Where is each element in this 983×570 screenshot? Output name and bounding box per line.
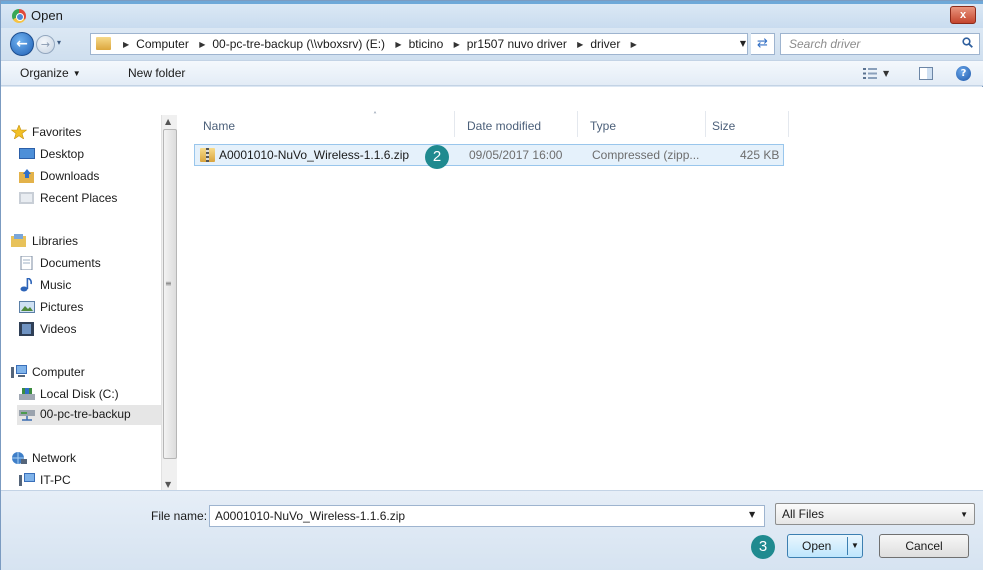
open-button[interactable]: Open ▼: [787, 534, 863, 558]
step-badge-3: 3: [751, 535, 775, 559]
file-size: 425 KB: [740, 148, 780, 162]
network-drive-icon: [19, 410, 35, 421]
address-history-dropdown-icon[interactable]: ▼: [736, 33, 750, 55]
navigation-pane: Favorites Desktop Downloads Recent Place…: [11, 109, 161, 489]
column-header-type[interactable]: Type: [578, 87, 704, 137]
breadcrumb-separator-icon[interactable]: ▶: [631, 40, 637, 49]
file-type-filter-value: All Files: [782, 507, 825, 521]
search-icon[interactable]: [962, 37, 973, 48]
back-button[interactable]: ←: [10, 32, 34, 56]
sidebar-item-desktop[interactable]: Desktop: [19, 145, 159, 165]
navigation-scrollbar[interactable]: ▲ ≡ ▼: [161, 115, 177, 491]
file-name-field[interactable]: [209, 505, 765, 527]
file-name-label: File name:: [151, 509, 208, 523]
address-row: ← → ▾ ▶ Computer ▶ 00-pc-tre-backup (\\vbo…: [1, 28, 983, 60]
change-view-icon[interactable]: [863, 68, 877, 79]
open-button-label: Open: [802, 539, 832, 553]
file-date-modified: 09/05/2017 16:00: [469, 148, 563, 162]
scrollbar-grip-icon: ≡: [165, 279, 172, 288]
recent-pages-chevron-icon[interactable]: ▾: [57, 38, 61, 47]
new-folder-button[interactable]: New folder: [128, 66, 185, 80]
dialog-footer: File name: ▼ All Files ▼ 3 Open ▼ Cancel: [1, 490, 983, 570]
breadcrumb-item-bticino[interactable]: bticino: [409, 37, 444, 51]
sidebar-item-documents[interactable]: Documents: [19, 254, 159, 274]
open-file-dialog: Open x ← → ▾ ▶ Computer ▶ 00-pc-tre-backup…: [0, 0, 983, 570]
scrollbar-thumb[interactable]: [163, 129, 177, 459]
libraries-icon: [11, 234, 26, 247]
documents-icon: [20, 256, 33, 270]
scroll-up-icon[interactable]: ▲: [165, 117, 171, 126]
column-header-name[interactable]: Name: [199, 87, 445, 137]
sidebar-item-favorites[interactable]: Favorites: [11, 123, 159, 143]
file-name-history-chevron-icon[interactable]: ▼: [749, 510, 755, 519]
close-button[interactable]: x: [950, 6, 976, 24]
breadcrumb: ▶ Computer ▶ 00-pc-tre-backup (\\vboxsrv) …: [116, 37, 644, 51]
recent-places-icon: [19, 192, 34, 204]
open-options-chevron-icon[interactable]: ▼: [851, 541, 859, 550]
organize-caret-icon: ▼: [72, 69, 81, 78]
computer-icon: [11, 365, 27, 378]
breadcrumb-separator-icon[interactable]: ▶: [577, 40, 583, 49]
breadcrumb-item-computer[interactable]: Computer: [136, 37, 189, 51]
videos-icon: [19, 322, 34, 336]
disk-icon: [19, 388, 35, 400]
organize-label: Organize: [20, 66, 69, 80]
zip-file-icon: [200, 148, 215, 162]
refresh-button[interactable]: ⇄: [751, 33, 775, 55]
dialog-body: Favorites Desktop Downloads Recent Place…: [1, 87, 983, 491]
window-title: Open: [31, 8, 63, 23]
file-row[interactable]: A0001010-NuVo_Wireless-1.1.6.zip 09/05/2…: [194, 144, 784, 166]
forward-button[interactable]: →: [36, 35, 55, 54]
chrome-app-icon: [12, 9, 26, 23]
breadcrumb-separator-icon[interactable]: ▶: [395, 40, 401, 49]
sidebar-item-it-pc[interactable]: IT-PC: [19, 471, 159, 491]
pictures-icon: [19, 301, 35, 313]
sidebar-item-videos[interactable]: Videos: [19, 320, 159, 340]
sidebar-item-network-drive[interactable]: 00-pc-tre-backup: [17, 405, 161, 425]
file-type: Compressed (zipp...: [592, 148, 700, 162]
desktop-icon: [19, 148, 35, 159]
star-icon: [11, 125, 27, 139]
sidebar-item-libraries[interactable]: Libraries: [11, 232, 159, 252]
breadcrumb-item-nuvo-driver[interactable]: pr1507 nuvo driver: [467, 37, 567, 51]
preview-pane-icon[interactable]: [919, 67, 933, 80]
sidebar-item-music[interactable]: Music: [19, 276, 159, 296]
sidebar-item-local-disk[interactable]: Local Disk (C:): [19, 385, 159, 405]
search-box: [780, 33, 980, 55]
column-header-date-modified[interactable]: Date modified: [455, 87, 575, 137]
organize-menu-button[interactable]: Organize ▼: [20, 66, 81, 80]
sidebar-item-computer[interactable]: Computer: [11, 363, 159, 383]
help-icon[interactable]: ?: [956, 66, 971, 81]
sidebar-item-pictures[interactable]: Pictures: [19, 298, 159, 318]
file-type-filter-select[interactable]: All Files ▼: [775, 503, 975, 525]
folder-icon: [96, 37, 111, 50]
column-header-size[interactable]: Size: [706, 87, 786, 137]
sidebar-item-recent-places[interactable]: Recent Places: [19, 189, 159, 209]
breadcrumb-separator-icon[interactable]: ▶: [123, 40, 129, 49]
view-options-chevron-icon[interactable]: ▼: [883, 69, 889, 78]
music-icon: [20, 278, 32, 292]
scroll-down-icon[interactable]: ▼: [165, 480, 171, 489]
command-toolbar: Organize ▼ New folder ▼ ?: [1, 60, 983, 86]
breadcrumb-item-drive[interactable]: 00-pc-tre-backup (\\vboxsrv) (E:): [212, 37, 385, 51]
column-divider[interactable]: [788, 111, 789, 137]
file-list-pane: ˄ Name Date modified Type Size A0001010-…: [179, 87, 983, 490]
title-bar: Open x: [1, 4, 983, 28]
sidebar-item-downloads[interactable]: Downloads: [19, 167, 159, 187]
breadcrumb-item-driver[interactable]: driver: [590, 37, 620, 51]
search-input[interactable]: [789, 37, 949, 51]
breadcrumb-separator-icon[interactable]: ▶: [199, 40, 205, 49]
sidebar-item-network[interactable]: Network: [11, 449, 159, 469]
chevron-down-icon: ▼: [960, 510, 968, 519]
breadcrumb-separator-icon[interactable]: ▶: [454, 40, 460, 49]
address-bar[interactable]: ▶ Computer ▶ 00-pc-tre-backup (\\vboxsrv) …: [90, 33, 748, 55]
downloads-icon: [19, 169, 34, 183]
network-icon: [12, 452, 27, 464]
cancel-button[interactable]: Cancel: [879, 534, 969, 558]
pc-icon: [19, 473, 35, 486]
split-divider: [847, 537, 848, 555]
file-name: A0001010-NuVo_Wireless-1.1.6.zip: [219, 148, 410, 162]
step-badge-2: 2: [425, 145, 449, 169]
